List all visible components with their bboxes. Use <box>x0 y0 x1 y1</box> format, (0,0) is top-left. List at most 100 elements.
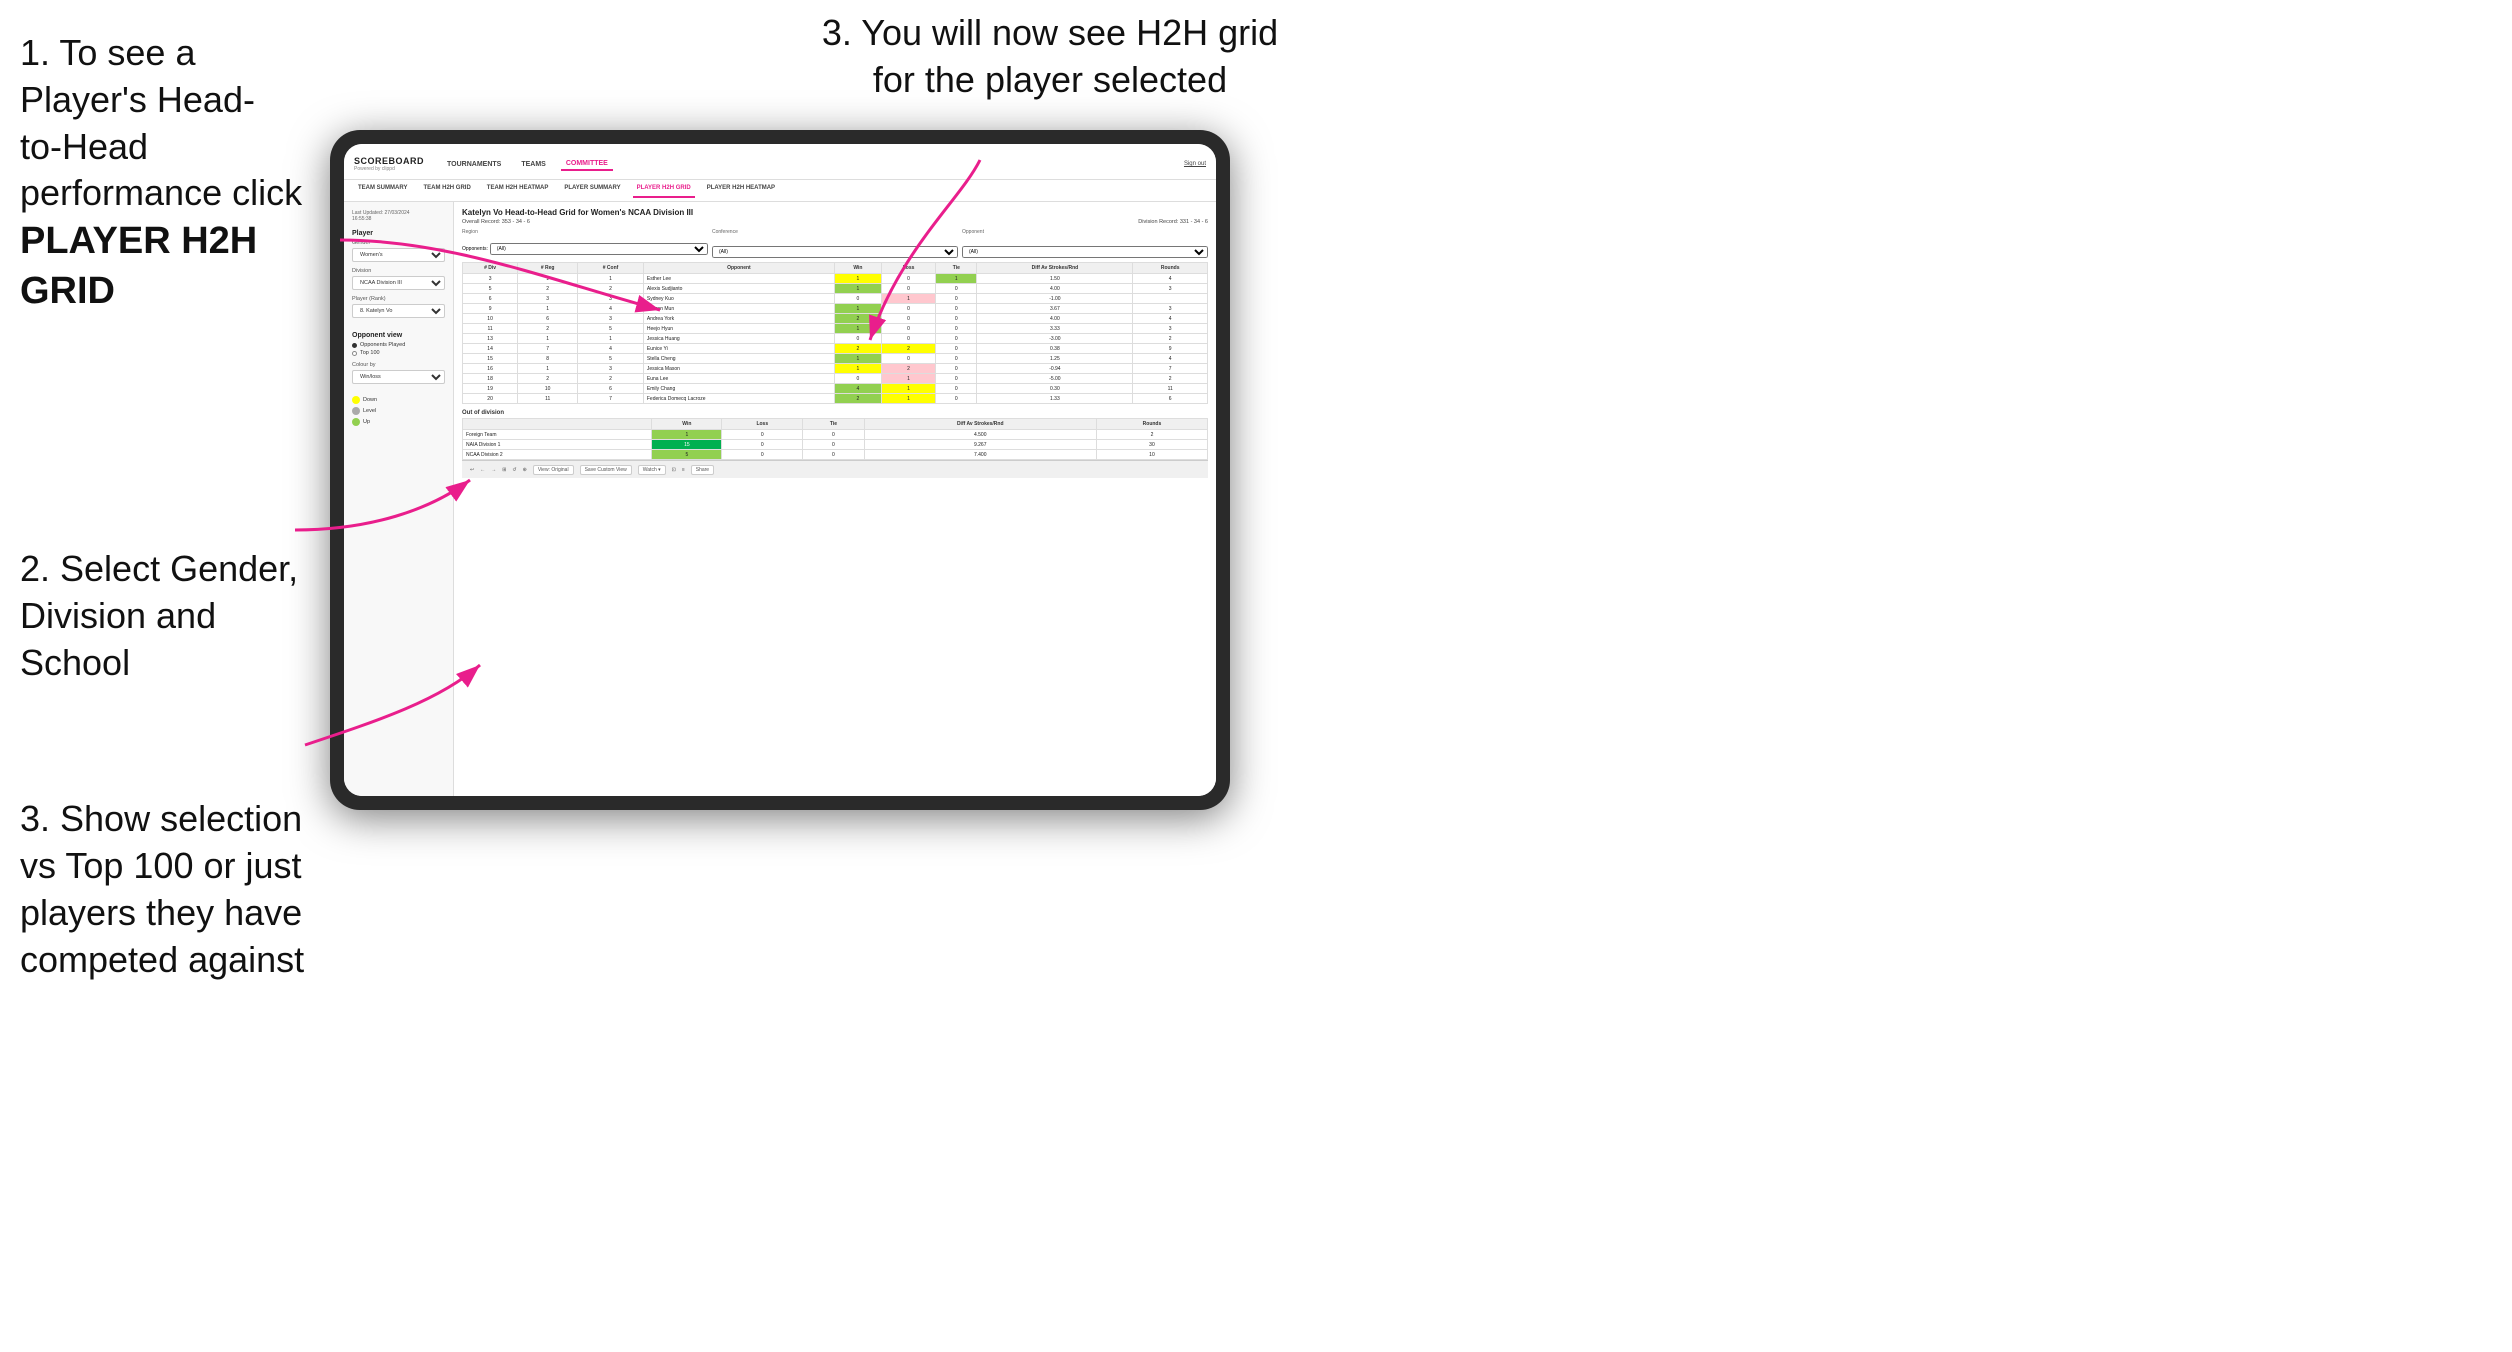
cell-diff: -0.94 <box>977 364 1133 374</box>
nav-bar: SCOREBOARD Powered by clippd TOURNAMENTS… <box>344 144 1216 180</box>
out-col-rounds: Rounds <box>1096 419 1207 430</box>
h2h-table: # Div # Reg # Conf Opponent Win Loss Tie… <box>462 262 1208 404</box>
gender-select[interactable]: Women's Men's <box>352 248 445 262</box>
toolbar-refresh[interactable]: ↺ <box>512 467 516 473</box>
sub-nav-player-h2h-grid[interactable]: PLAYER H2H GRID <box>633 183 695 198</box>
col-opponent: Opponent <box>643 263 834 274</box>
cell-loss: 0 <box>881 284 935 294</box>
cell-tie: 0 <box>936 394 977 404</box>
opp-filter-select[interactable]: (All) <box>962 246 1208 258</box>
sub-nav-player-h2h-heatmap[interactable]: PLAYER H2H HEATMAP <box>703 183 779 198</box>
out-col-win: Win <box>652 419 722 430</box>
cell-div: 5 <box>463 284 518 294</box>
toolbar-menu[interactable]: ≡ <box>682 467 685 473</box>
cell-reg: 3 <box>518 294 578 304</box>
out-col-tie: Tie <box>803 419 864 430</box>
cell-tie: 0 <box>936 354 977 364</box>
colour-dot-up <box>352 418 360 426</box>
cell-rounds: 4 <box>1133 354 1208 364</box>
toolbar-share[interactable]: Share <box>691 465 714 475</box>
toolbar-save-custom[interactable]: Save Custom View <box>580 465 632 475</box>
cell-tie: 0 <box>936 294 977 304</box>
sub-nav-team-summary[interactable]: TEAM SUMMARY <box>354 183 411 198</box>
out-cell-rounds: 10 <box>1096 450 1207 460</box>
sign-out-link[interactable]: Sign out <box>1184 161 1206 167</box>
radio-top-100[interactable]: Top 100 <box>352 350 445 356</box>
toolbar-export[interactable]: ⊡ <box>672 467 676 473</box>
table-row: 15 8 5 Stella Cheng 1 0 0 1.25 4 <box>463 354 1208 364</box>
cell-opponent: Esther Lee <box>643 274 834 284</box>
toolbar-back[interactable]: ← <box>480 467 485 473</box>
main-content: Last Updated: 27/03/2024 16:55:38 Player… <box>344 202 1216 796</box>
col-loss: Loss <box>881 263 935 274</box>
col-conf: # Conf <box>578 263 644 274</box>
cell-conf: 3 <box>578 364 644 374</box>
cell-loss: 0 <box>881 314 935 324</box>
out-of-division-table: Win Loss Tie Diff Av Strokes/Rnd Rounds … <box>462 418 1208 460</box>
cell-div: 18 <box>463 374 518 384</box>
cell-loss: 1 <box>881 394 935 404</box>
cell-div: 20 <box>463 394 518 404</box>
colour-by-select[interactable]: Win/loss <box>352 370 445 384</box>
player-rank-select[interactable]: 8. Katelyn Vo <box>352 304 445 318</box>
cell-loss: 0 <box>881 354 935 364</box>
cell-div: 13 <box>463 334 518 344</box>
cell-loss: 1 <box>881 384 935 394</box>
toolbar-watch[interactable]: Watch ▾ <box>638 465 666 475</box>
cell-opponent: Andrea York <box>643 314 834 324</box>
toolbar-undo[interactable]: ↩ <box>470 467 474 473</box>
radio-dot-1 <box>352 343 357 348</box>
legend-down: Down <box>352 396 445 404</box>
cell-diff: 1.25 <box>977 354 1133 364</box>
nav-teams[interactable]: TEAMS <box>516 159 551 170</box>
cell-tie: 0 <box>936 284 977 294</box>
right-content: Katelyn Vo Head-to-Head Grid for Women's… <box>454 202 1216 796</box>
cell-loss: 2 <box>881 364 935 374</box>
nav-tournaments[interactable]: TOURNAMENTS <box>442 159 506 170</box>
table-row: 14 7 4 Eunice Yi 2 2 0 0.38 9 <box>463 344 1208 354</box>
cell-win: 1 <box>834 354 881 364</box>
sub-nav-player-summary[interactable]: PLAYER SUMMARY <box>560 183 624 198</box>
cell-rounds: 2 <box>1133 374 1208 384</box>
cell-div: 19 <box>463 384 518 394</box>
toolbar-add[interactable]: ⊕ <box>523 467 527 473</box>
filter-region: Region <box>462 229 708 236</box>
cell-reg: 6 <box>518 314 578 324</box>
opponent-view-label: Opponent view <box>352 332 445 339</box>
cell-rounds: 3 <box>1133 284 1208 294</box>
cell-div: 14 <box>463 344 518 354</box>
sub-nav-team-h2h-heatmap[interactable]: TEAM H2H HEATMAP <box>483 183 553 198</box>
cell-reg: 2 <box>518 374 578 384</box>
toolbar-view-original[interactable]: View: Original <box>533 465 574 475</box>
division-select[interactable]: NCAA Division III NCAA Division I NCAA D… <box>352 276 445 290</box>
cell-diff: 4.00 <box>977 284 1133 294</box>
table-row: 13 1 1 Jessica Huang 0 0 0 -3.00 2 <box>463 334 1208 344</box>
legend-level: Level <box>352 407 445 415</box>
out-cell-diff: 9.267 <box>864 440 1096 450</box>
sub-nav: TEAM SUMMARY TEAM H2H GRID TEAM H2H HEAT… <box>344 180 1216 202</box>
cell-win: 1 <box>834 364 881 374</box>
cell-tie: 0 <box>936 334 977 344</box>
cell-opponent: Jessica Huang <box>643 334 834 344</box>
cell-conf: 7 <box>578 394 644 404</box>
toolbar-grid[interactable]: ⊞ <box>502 467 506 473</box>
nav-committee[interactable]: COMMITTEE <box>561 158 613 171</box>
conf-filter-select[interactable]: (All) <box>712 246 958 258</box>
cell-rounds: 7 <box>1133 364 1208 374</box>
cell-win: 1 <box>834 274 881 284</box>
cell-div: 6 <box>463 294 518 304</box>
col-div: # Div <box>463 263 518 274</box>
table-row: 3 1 1 Esther Lee 1 0 1 1.50 4 <box>463 274 1208 284</box>
cell-div: 11 <box>463 324 518 334</box>
cell-reg: 2 <box>518 284 578 294</box>
out-cell-loss: 0 <box>722 430 803 440</box>
toolbar-forward[interactable]: → <box>491 467 496 473</box>
radio-opponents-played[interactable]: Opponents Played <box>352 342 445 348</box>
sub-nav-team-h2h-grid[interactable]: TEAM H2H GRID <box>419 183 474 198</box>
cell-reg: 1 <box>518 304 578 314</box>
cell-conf: 4 <box>578 304 644 314</box>
cell-diff: 3.33 <box>977 324 1133 334</box>
opponents-filter-select[interactable]: (All) <box>490 243 708 255</box>
table-row: 20 11 7 Federica Domecq Lacroze 2 1 0 1.… <box>463 394 1208 404</box>
out-table-header-row: Win Loss Tie Diff Av Strokes/Rnd Rounds <box>463 419 1208 430</box>
